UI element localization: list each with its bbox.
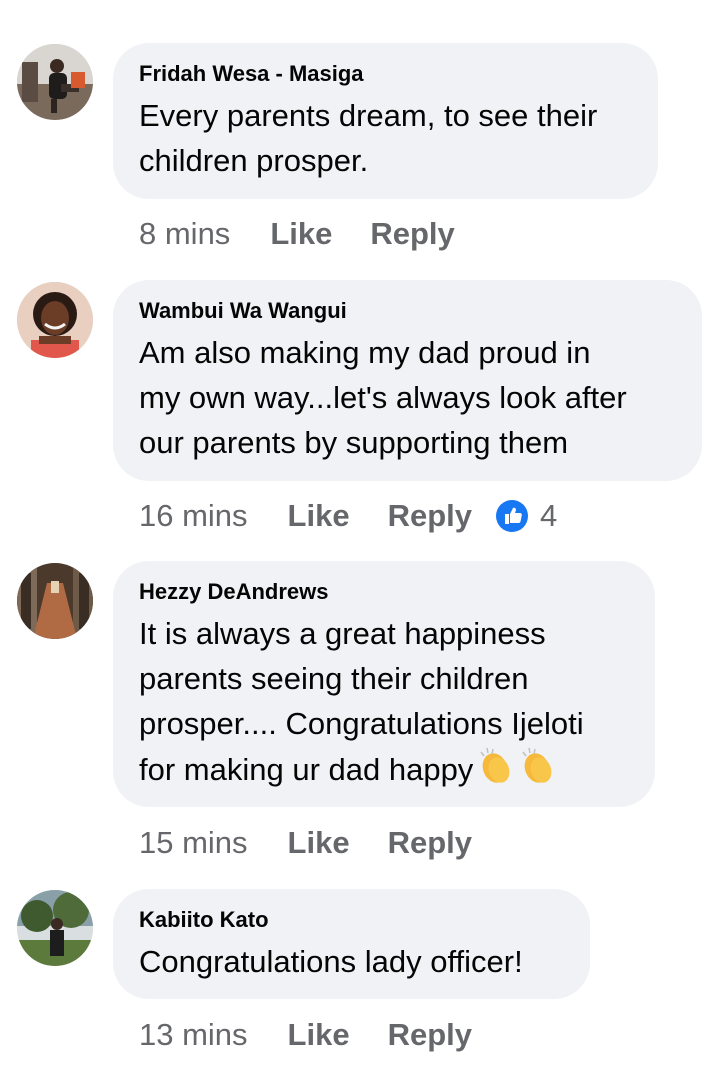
comment-text: Every parents dream, to see their childr… xyxy=(139,98,598,178)
comment-actions: 15 mins Like Reply xyxy=(139,823,510,863)
comment-time[interactable]: 15 mins xyxy=(139,825,248,861)
comment-author[interactable]: Fridah Wesa - Masiga xyxy=(139,61,632,87)
comment-bubble: Wambui Wa Wangui Am also making my dad p… xyxy=(113,280,702,481)
reply-button[interactable]: Reply xyxy=(388,1017,472,1053)
avatar-image xyxy=(17,44,93,120)
comment-bubble: Hezzy DeAndrews It is always a great hap… xyxy=(113,561,655,807)
comment-actions: 16 mins Like Reply 4 xyxy=(139,496,557,536)
comment-actions: 8 mins Like Reply xyxy=(139,214,493,254)
avatar-wambui[interactable] xyxy=(17,282,93,358)
comment-text: It is always a great happiness parents s… xyxy=(139,611,629,798)
comment-actions: 13 mins Like Reply xyxy=(139,1015,510,1055)
avatar-image xyxy=(17,282,93,358)
avatar-image xyxy=(17,563,93,639)
like-button[interactable]: Like xyxy=(288,1017,350,1053)
clapping-hands-icon xyxy=(477,746,561,798)
reply-button[interactable]: Reply xyxy=(370,216,454,252)
comment-text: Congratulations lady officer! xyxy=(139,944,523,979)
like-button[interactable]: Like xyxy=(288,825,350,861)
comment-author[interactable]: Wambui Wa Wangui xyxy=(139,298,676,324)
like-button[interactable]: Like xyxy=(288,498,350,534)
reaction-count: 4 xyxy=(540,498,558,533)
avatar-kabiito[interactable] xyxy=(17,890,93,966)
reaction-summary[interactable]: 4 xyxy=(496,498,557,534)
comment-text: Am also making my dad proud in my own wa… xyxy=(139,335,627,460)
comment-time[interactable]: 13 mins xyxy=(139,1017,248,1053)
avatar-hezzy[interactable] xyxy=(17,563,93,639)
like-thumb-icon xyxy=(496,500,528,532)
comment-bubble: Fridah Wesa - Masiga Every parents dream… xyxy=(113,43,658,199)
avatar-fridah[interactable] xyxy=(17,44,93,120)
reply-button[interactable]: Reply xyxy=(388,825,472,861)
comment-author[interactable]: Hezzy DeAndrews xyxy=(139,579,629,605)
comment-time[interactable]: 8 mins xyxy=(139,216,230,252)
comment-bubble: Kabiito Kato Congratulations lady office… xyxy=(113,889,590,999)
avatar-image xyxy=(17,890,93,966)
like-button[interactable]: Like xyxy=(270,216,332,252)
comment-author[interactable]: Kabiito Kato xyxy=(139,907,564,933)
comment-time[interactable]: 16 mins xyxy=(139,498,248,534)
reply-button[interactable]: Reply xyxy=(388,498,472,534)
